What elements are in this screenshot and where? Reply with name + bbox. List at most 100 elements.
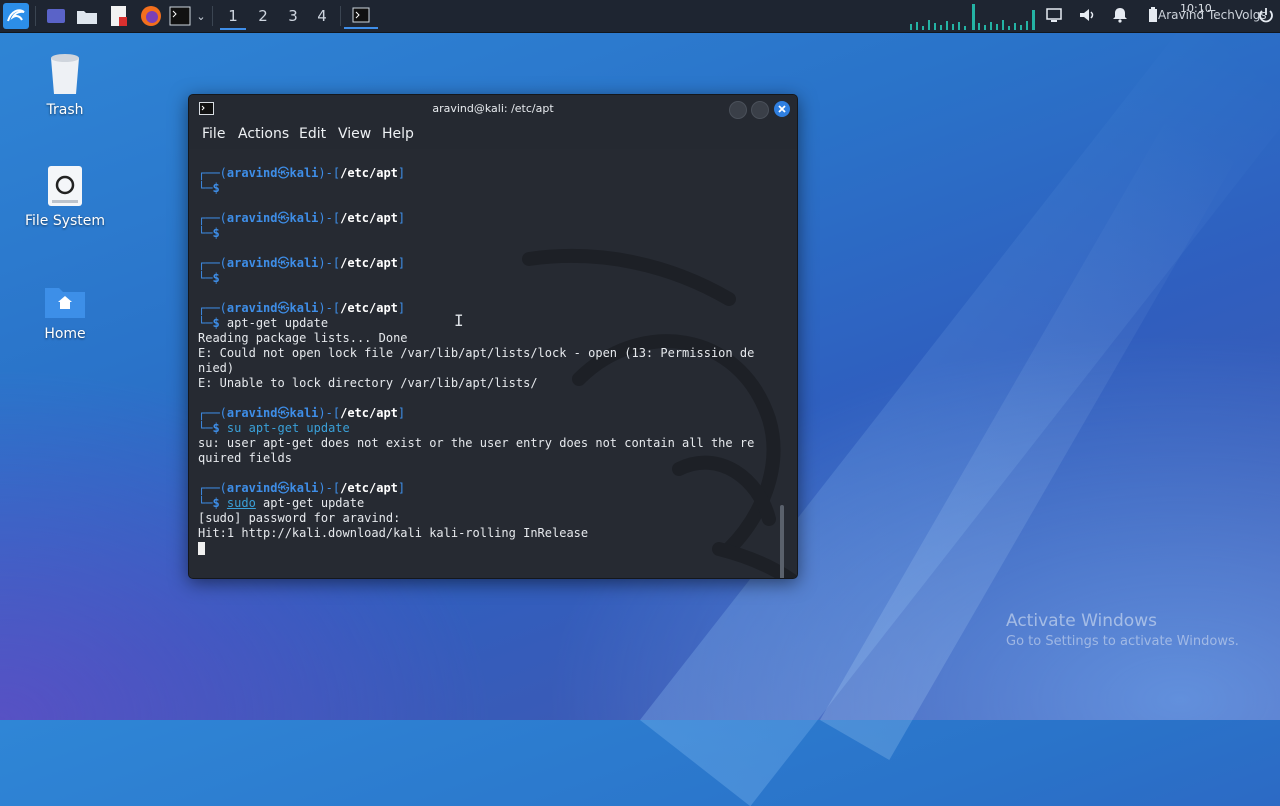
prompt-host: kali xyxy=(289,481,319,495)
prompt-path: /etc/apt xyxy=(340,481,398,495)
channel-overlay-text: Aravind TechVolgs xyxy=(1158,8,1267,22)
power-icon xyxy=(1259,8,1273,23)
terminal-lines: ┌──(aravind㉿kali)-[/etc/apt] └─$ ┌──(ara… xyxy=(198,166,788,556)
prompt-line: ┌──(aravind㉿kali)-[/etc/apt] xyxy=(198,211,406,225)
prompt-path: /etc/apt xyxy=(340,406,398,420)
output-line: Hit:1 http://kali.download/kali kali-rol… xyxy=(198,526,589,540)
file-manager-button[interactable] xyxy=(75,3,99,29)
window-titlebar[interactable]: aravind@kali: /etc/apt xyxy=(189,95,797,123)
menu-actions[interactable]: Actions xyxy=(238,126,289,142)
window-title: aravind@kali: /etc/apt xyxy=(432,102,554,115)
workspace-2-button[interactable]: 2 xyxy=(250,4,276,28)
prompt-user: aravind xyxy=(226,166,278,180)
folder-icon xyxy=(77,11,97,24)
prompt-input-line: └─$ xyxy=(198,271,220,285)
desktop-icon-trash[interactable]: Trash xyxy=(15,52,115,118)
taskbar-window-terminal[interactable] xyxy=(344,3,378,29)
prompt-input-line: └─$ su apt-get update xyxy=(198,421,350,435)
prompt-host: kali xyxy=(289,256,319,270)
prompt-user: aravind xyxy=(226,256,278,270)
prompt-symbol: $ xyxy=(212,226,220,240)
error-line: E: Unable to lock directory /var/lib/apt… xyxy=(198,376,538,390)
terminal-icon xyxy=(169,6,191,26)
prompt-input-line: └─$ sudo apt-get update xyxy=(198,496,365,510)
prompt-symbol: $ xyxy=(212,316,220,330)
prompt-host: kali xyxy=(289,166,319,180)
terminal-output[interactable]: ┌──(aravind㉿kali)-[/etc/apt] └─$ ┌──(ara… xyxy=(189,149,797,578)
activate-windows-subtitle: Go to Settings to activate Windows. xyxy=(1006,634,1239,649)
prompt-line: ┌──(aravind㉿kali)-[/etc/apt] xyxy=(198,166,406,180)
cursor-line xyxy=(198,541,788,556)
kali-dragon-icon xyxy=(3,3,29,29)
prompt-line: ┌──(aravind㉿kali)-[/etc/apt] xyxy=(198,481,406,495)
menu-edit[interactable]: Edit xyxy=(299,126,326,142)
menu-bar: File Actions Edit View Help xyxy=(189,123,797,149)
menu-view[interactable]: View xyxy=(338,126,371,142)
notifications-button[interactable] xyxy=(1109,4,1131,26)
power-button[interactable] xyxy=(1255,4,1277,26)
prompt-path: /etc/apt xyxy=(340,166,398,180)
prompt-line: ┌──(aravind㉿kali)-[/etc/apt] xyxy=(198,256,406,270)
terminal-window[interactable]: aravind@kali: /etc/apt File Actions Edit… xyxy=(188,94,798,579)
prompt-host: kali xyxy=(289,211,319,225)
minimize-button[interactable] xyxy=(729,101,747,119)
error-line: quired fields xyxy=(198,451,292,465)
close-icon xyxy=(778,105,786,113)
prompt-symbol: $ xyxy=(212,181,220,195)
activate-windows-title: Activate Windows xyxy=(1006,611,1157,631)
volume-icon xyxy=(1080,9,1094,21)
error-line: nied) xyxy=(198,361,235,375)
launcher-dropdown-button[interactable]: ⌄ xyxy=(194,3,208,29)
desktop-icon-label: File System xyxy=(24,213,106,229)
prompt-user: aravind xyxy=(226,211,278,225)
firefox-button[interactable] xyxy=(139,3,163,29)
prompt-symbol: $ xyxy=(212,496,220,510)
close-button[interactable] xyxy=(774,101,790,117)
text-cursor xyxy=(198,542,205,555)
menu-help[interactable]: Help xyxy=(382,126,414,142)
error-line: su: user apt-get does not exist or the u… xyxy=(198,436,755,450)
trash-icon xyxy=(45,52,85,96)
prompt-line: ┌──(aravind㉿kali)-[/etc/apt] xyxy=(198,301,406,315)
mouse-ibeam-cursor: I xyxy=(454,311,464,330)
scrollbar-thumb[interactable] xyxy=(780,505,784,578)
prompt-line: ┌──(aravind㉿kali)-[/etc/apt] xyxy=(198,406,406,420)
desktop-icon-label: Home xyxy=(44,326,86,342)
workspace-3-button[interactable]: 3 xyxy=(280,4,306,28)
desktop-icon-home[interactable]: Home xyxy=(15,282,115,342)
display-icon xyxy=(1046,8,1062,22)
prompt-host: kali xyxy=(289,301,319,315)
volume-button[interactable] xyxy=(1076,4,1098,26)
home-folder-icon xyxy=(44,282,86,320)
prompt-path: /etc/apt xyxy=(340,211,398,225)
prompt-symbol: $ xyxy=(212,421,220,435)
text-editor-button[interactable] xyxy=(107,3,131,29)
display-settings-button[interactable] xyxy=(1043,4,1065,26)
error-line: E: Could not open lock file /var/lib/apt… xyxy=(198,346,755,360)
terminal-icon xyxy=(352,7,370,23)
prompt-input-line: └─$ apt-get update xyxy=(198,316,329,330)
workspace-1-button[interactable]: 1 xyxy=(220,4,246,30)
bell-icon xyxy=(1113,8,1127,23)
kali-menu-button[interactable] xyxy=(2,3,30,29)
prompt-user: aravind xyxy=(226,406,278,420)
output-line: Reading package lists... Done xyxy=(198,331,408,345)
firefox-icon xyxy=(141,6,161,26)
desktop-icon-file-system[interactable]: File System xyxy=(15,165,115,229)
prompt-user: aravind xyxy=(226,481,278,495)
prompt-path: /etc/apt xyxy=(340,301,398,315)
taskbar-separator xyxy=(212,6,213,26)
output-line: [sudo] password for aravind: xyxy=(198,511,401,525)
show-desktop-button[interactable] xyxy=(44,3,68,29)
prompt-host: kali xyxy=(289,406,319,420)
prompt-input-line: └─$ xyxy=(198,226,220,240)
terminal-launcher-button[interactable] xyxy=(168,3,192,29)
workspace-4-button[interactable]: 4 xyxy=(309,4,335,28)
command-text: apt-get update xyxy=(255,496,365,510)
menu-file[interactable]: File xyxy=(202,126,225,142)
prompt-symbol: $ xyxy=(212,271,220,285)
prompt-user: aravind xyxy=(226,301,278,315)
maximize-button[interactable] xyxy=(751,101,769,119)
taskbar: ⌄ 1 2 3 4 10:10 Aravind TechVolgs xyxy=(0,0,1280,33)
text-editor-icon xyxy=(111,6,127,26)
